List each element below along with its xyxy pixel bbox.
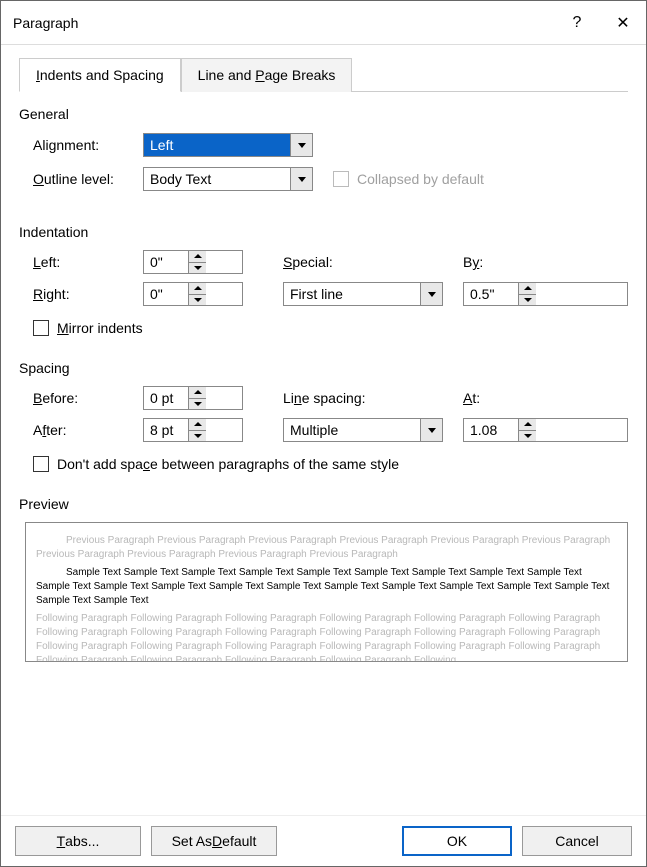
after-input[interactable] — [144, 419, 188, 441]
tab-strip: Indents and Spacing Line and Page Breaks — [19, 57, 628, 92]
before-label: Before: — [33, 390, 143, 406]
cancel-button[interactable]: Cancel — [522, 826, 632, 856]
line-spacing-value: Multiple — [284, 419, 420, 441]
indent-right-spinner[interactable] — [143, 282, 243, 306]
spin-up-icon[interactable] — [189, 251, 206, 263]
mirror-indents-checkbox[interactable] — [33, 320, 49, 336]
outline-label: Outline level: — [33, 171, 143, 187]
section-general: General Alignment: Left Outline level: B… — [19, 106, 628, 200]
chevron-down-icon[interactable] — [290, 168, 312, 190]
chevron-down-icon[interactable] — [420, 283, 442, 305]
section-preview: Preview Previous Paragraph Previous Para… — [19, 496, 628, 662]
preview-sample: Sample Text Sample Text Sample Text Samp… — [36, 566, 617, 608]
indent-right-label: Right: — [33, 286, 143, 302]
dialog-content: Indents and Spacing Line and Page Breaks… — [1, 45, 646, 815]
line-spacing-label: Line spacing: — [283, 390, 443, 406]
preview-following: Following Paragraph Following Paragraph … — [36, 612, 617, 662]
before-input[interactable] — [144, 387, 188, 409]
before-spinner[interactable] — [143, 386, 243, 410]
help-button[interactable]: ? — [554, 1, 600, 45]
preview-previous: Previous Paragraph Previous Paragraph Pr… — [36, 534, 617, 562]
spin-up-icon[interactable] — [189, 419, 206, 431]
indent-left-input[interactable] — [144, 251, 188, 273]
spin-up-icon[interactable] — [189, 387, 206, 399]
by-label: By: — [443, 254, 628, 270]
indent-right-input[interactable] — [144, 283, 188, 305]
indent-left-spinner[interactable] — [143, 250, 243, 274]
tab-line-page-breaks[interactable]: Line and Page Breaks — [181, 58, 353, 92]
after-label: After: — [33, 422, 143, 438]
tab-indents-spacing[interactable]: Indents and Spacing — [19, 58, 181, 92]
alignment-label: Alignment: — [33, 137, 143, 153]
dont-add-space-checkbox[interactable] — [33, 456, 49, 472]
dialog-buttons: Tabs... Set As Default OK Cancel — [1, 815, 646, 866]
indent-left-label: Left: — [33, 254, 143, 270]
close-button[interactable]: ✕ — [600, 1, 646, 45]
at-spinner[interactable] — [463, 418, 628, 442]
collapsed-label: Collapsed by default — [357, 171, 484, 187]
outline-value: Body Text — [144, 168, 290, 190]
mirror-indents-label: Mirror indents — [57, 320, 143, 336]
section-spacing: Spacing Before: Line spacing: At: After: — [19, 360, 628, 472]
spin-down-icon[interactable] — [519, 431, 536, 442]
spin-down-icon[interactable] — [189, 399, 206, 410]
at-label: At: — [443, 390, 628, 406]
dialog-title: Paragraph — [13, 15, 554, 31]
section-label: Preview — [19, 496, 75, 512]
chevron-down-icon[interactable] — [420, 419, 442, 441]
special-label: Special: — [283, 254, 443, 270]
spin-down-icon[interactable] — [189, 431, 206, 442]
tab-label: Line and Page Breaks — [198, 67, 336, 83]
ok-button[interactable]: OK — [402, 826, 512, 856]
after-spinner[interactable] — [143, 418, 243, 442]
section-indentation: Indentation Left: Special: By: Right: — [19, 224, 628, 336]
preview-box: Previous Paragraph Previous Paragraph Pr… — [25, 522, 628, 662]
at-input[interactable] — [464, 419, 518, 441]
spin-up-icon[interactable] — [519, 419, 536, 431]
paragraph-dialog: Paragraph ? ✕ Indents and Spacing Line a… — [0, 0, 647, 867]
outline-combo[interactable]: Body Text — [143, 167, 313, 191]
spin-down-icon[interactable] — [189, 295, 206, 306]
dont-add-space-label: Don't add space between paragraphs of th… — [57, 456, 399, 472]
tabs-button[interactable]: Tabs... — [15, 826, 141, 856]
by-spinner[interactable] — [463, 282, 628, 306]
collapsed-checkbox — [333, 171, 349, 187]
set-as-default-button[interactable]: Set As Default — [151, 826, 277, 856]
tab-label: Indents and Spacing — [36, 67, 164, 83]
special-value: First line — [284, 283, 420, 305]
spin-up-icon[interactable] — [189, 283, 206, 295]
spin-up-icon[interactable] — [519, 283, 536, 295]
spin-down-icon[interactable] — [189, 263, 206, 274]
spin-down-icon[interactable] — [519, 295, 536, 306]
chevron-down-icon[interactable] — [290, 134, 312, 156]
section-label: Indentation — [19, 224, 94, 240]
alignment-value: Left — [144, 134, 290, 156]
titlebar: Paragraph ? ✕ — [1, 1, 646, 45]
section-label: General — [19, 106, 75, 122]
section-label: Spacing — [19, 360, 76, 376]
by-input[interactable] — [464, 283, 518, 305]
special-combo[interactable]: First line — [283, 282, 443, 306]
alignment-combo[interactable]: Left — [143, 133, 313, 157]
line-spacing-combo[interactable]: Multiple — [283, 418, 443, 442]
